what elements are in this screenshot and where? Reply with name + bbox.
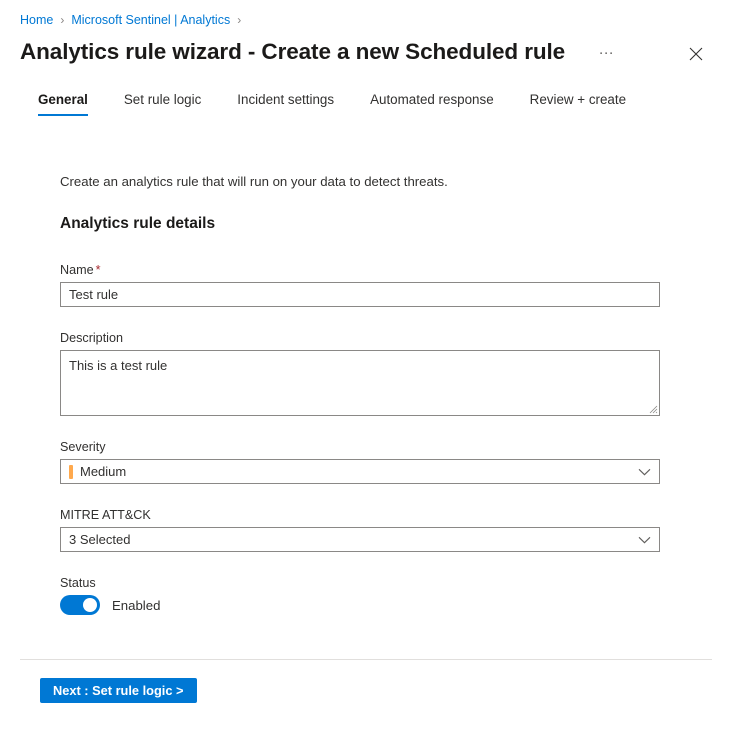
severity-selected-value: Medium	[80, 464, 638, 479]
severity-select[interactable]: Medium	[60, 459, 660, 484]
mitre-selected-value: 3 Selected	[69, 532, 638, 547]
chevron-down-icon	[638, 468, 651, 476]
tab-review-create[interactable]: Review + create	[530, 92, 626, 116]
severity-label: Severity	[60, 440, 732, 454]
severity-color-swatch	[69, 465, 73, 479]
status-toggle-label: Enabled	[112, 598, 160, 613]
intro-text: Create an analytics rule that will run o…	[60, 174, 732, 189]
name-label: Name*	[60, 263, 732, 277]
field-mitre-attack: MITRE ATT&CK 3 Selected	[60, 508, 732, 552]
breadcrumb-item-microsoft-sentinel-analytics[interactable]: Microsoft Sentinel | Analytics	[71, 12, 230, 28]
tab-incident-settings[interactable]: Incident settings	[237, 92, 334, 116]
tab-general[interactable]: General	[38, 92, 88, 116]
close-button[interactable]	[682, 40, 710, 68]
more-options-icon[interactable]: ···	[593, 39, 619, 65]
tab-automated-response[interactable]: Automated response	[370, 92, 494, 116]
field-severity: Severity Medium	[60, 440, 732, 484]
breadcrumb-item-home[interactable]: Home	[20, 12, 53, 28]
wizard-tabs: General Set rule logic Incident settings…	[0, 92, 732, 126]
tab-set-rule-logic[interactable]: Set rule logic	[124, 92, 201, 116]
page-title: Analytics rule wizard - Create a new Sch…	[20, 39, 565, 65]
field-description: Description	[60, 331, 732, 416]
status-toggle-row: Enabled	[60, 595, 732, 615]
breadcrumb-separator-icon: ›	[237, 12, 241, 28]
field-status: Status Enabled	[60, 576, 732, 615]
mitre-label: MITRE ATT&CK	[60, 508, 732, 522]
breadcrumb-separator-icon: ›	[60, 12, 64, 28]
field-name: Name*	[60, 263, 732, 307]
description-label: Description	[60, 331, 732, 345]
description-textarea[interactable]	[60, 350, 660, 416]
close-icon	[689, 47, 703, 61]
toggle-knob	[83, 598, 97, 612]
form-body: Create an analytics rule that will run o…	[0, 126, 732, 615]
section-heading-analytics-rule-details: Analytics rule details	[60, 215, 732, 233]
next-set-rule-logic-button[interactable]: Next : Set rule logic >	[40, 678, 197, 703]
status-toggle[interactable]	[60, 595, 100, 615]
breadcrumb: Home › Microsoft Sentinel | Analytics ›	[0, 0, 732, 28]
status-label: Status	[60, 576, 732, 590]
name-label-text: Name	[60, 263, 94, 277]
footer-divider	[20, 659, 712, 660]
title-row: Analytics rule wizard - Create a new Sch…	[0, 28, 732, 70]
name-input[interactable]	[60, 282, 660, 307]
chevron-down-icon	[638, 536, 651, 544]
required-asterisk: *	[96, 263, 101, 277]
mitre-select[interactable]: 3 Selected	[60, 527, 660, 552]
footer: Next : Set rule logic >	[40, 678, 197, 703]
